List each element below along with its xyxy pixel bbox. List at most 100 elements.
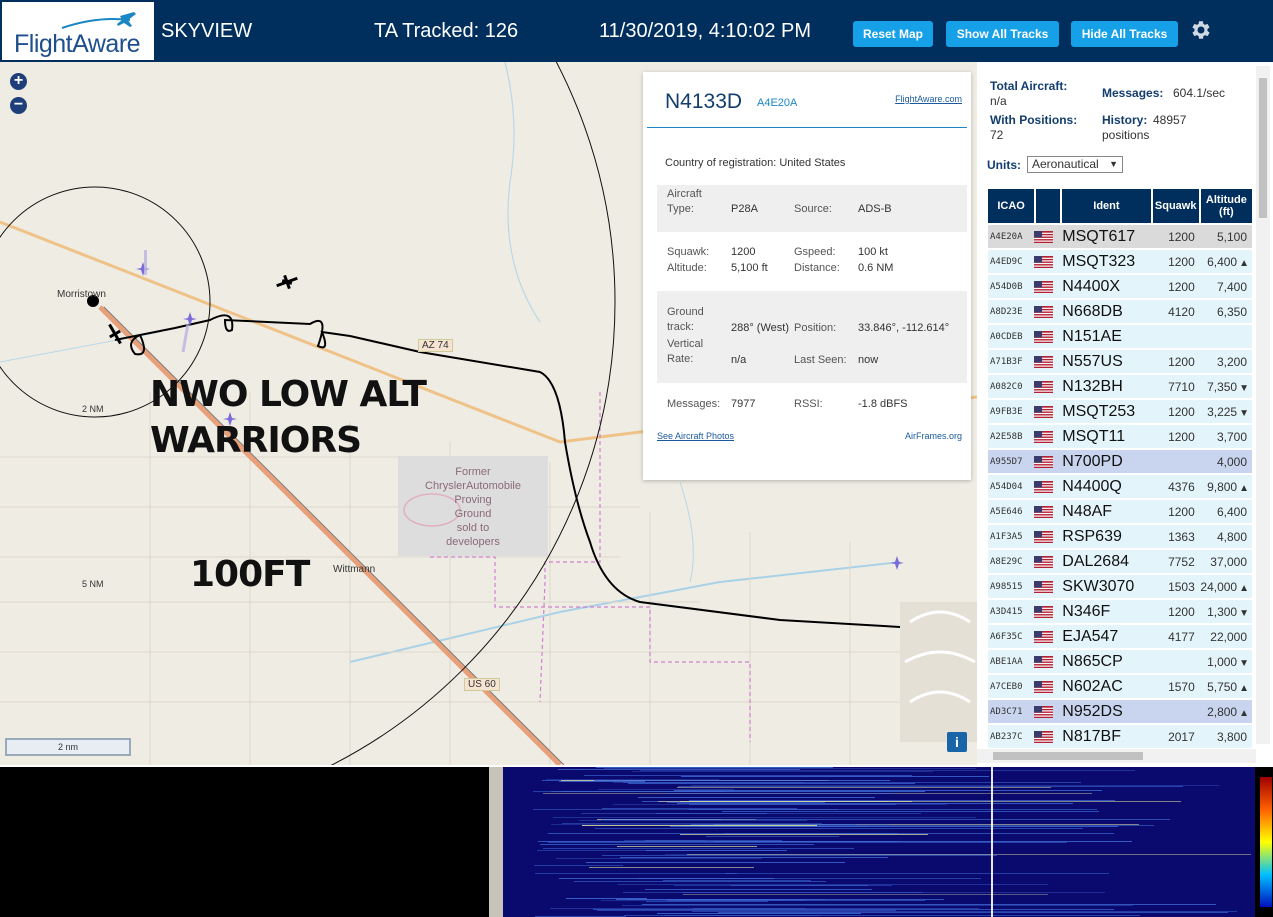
col-icao[interactable]: ICAO	[988, 189, 1035, 223]
row-squawk: 4376	[1150, 475, 1199, 498]
row-altitude: 1,300 ▼	[1198, 600, 1252, 623]
row-icao: A9FB3E	[988, 400, 1035, 423]
overlay-title-line2: WARRIORS	[150, 420, 362, 461]
altitude-value: 5,100 ft	[731, 262, 768, 274]
row-ident: MSQT11	[1060, 425, 1151, 448]
table-row[interactable]: A4E20A MSQT617 1200 5,100	[988, 225, 1252, 248]
ground-track-value: 288° (West)	[731, 322, 789, 334]
table-row[interactable]: A7CEB0 N602AC 1570 5,750 ▲	[988, 675, 1252, 698]
us-flag-icon	[1034, 550, 1061, 573]
col-squawk[interactable]: Squawk	[1150, 189, 1199, 223]
distance-label: Distance:	[794, 262, 840, 274]
row-squawk: 7710	[1150, 375, 1199, 398]
col-ident[interactable]: Ident	[1060, 189, 1151, 223]
total-aircraft-label: Total Aircraft:	[990, 79, 1068, 93]
total-aircraft-value: n/a	[990, 94, 1007, 108]
row-altitude: 7,350 ▼	[1198, 375, 1252, 398]
altitude-trend-icon: ▲	[1239, 707, 1249, 719]
row-squawk: 4177	[1150, 625, 1199, 648]
table-row[interactable]: A4ED9C MSQT323 1200 6,400 ▲	[988, 250, 1252, 273]
messages-value: 7977	[731, 398, 756, 410]
table-row[interactable]: A3D415 N346F 1200 1,300 ▼	[988, 600, 1252, 623]
us-flag-icon	[1034, 525, 1061, 548]
row-squawk: 1200	[1150, 500, 1199, 523]
map-info-button[interactable]: i	[947, 732, 967, 752]
reset-map-button[interactable]: Reset Map	[853, 21, 933, 47]
row-ident: N557US	[1060, 350, 1151, 373]
zoom-out-button[interactable]: −	[10, 97, 27, 114]
panel-divider[interactable]	[489, 767, 503, 917]
row-altitude: 4,000	[1198, 450, 1252, 473]
row-ident: N602AC	[1060, 675, 1151, 698]
row-ident: N700PD	[1060, 450, 1151, 473]
table-vertical-scrollbar[interactable]	[1256, 66, 1270, 744]
us-flag-icon	[1034, 400, 1061, 423]
airframes-link[interactable]: AirFrames.org	[905, 431, 962, 441]
us-flag-icon	[1034, 675, 1061, 698]
aircraft-detail-panel: N4133D A4E20A FlightAware.com Country of…	[643, 72, 971, 480]
table-row[interactable]: A0CDEB N151AE	[988, 325, 1252, 348]
table-horizontal-scrollbar[interactable]	[977, 749, 1256, 763]
table-row[interactable]: A6F35C EJA547 4177 22,000	[988, 625, 1252, 648]
row-squawk: 2017	[1150, 725, 1199, 748]
hscroll-thumb[interactable]	[993, 752, 1143, 760]
row-squawk: 1503	[1150, 575, 1199, 598]
table-row[interactable]: A082C0 N132BH 7710 7,350 ▼	[988, 375, 1252, 398]
row-ident: N4400X	[1060, 275, 1151, 298]
table-row[interactable]: A8D23E N668DB 4120 6,350	[988, 300, 1252, 323]
rssi-label: RSSI:	[794, 398, 823, 410]
range-ring-5nm-label: 5 NM	[82, 579, 104, 589]
table-row[interactable]: A9FB3E MSQT253 1200 3,225 ▼	[988, 400, 1252, 423]
table-row[interactable]: A54D04 N4400Q 4376 9,800 ▲	[988, 475, 1252, 498]
row-altitude: 9,800 ▲	[1198, 475, 1252, 498]
waterfall-color-scale	[1260, 777, 1272, 907]
table-row[interactable]: A71B3F N557US 1200 3,200	[988, 350, 1252, 373]
vertical-rate-label: Vertical Rate:	[667, 338, 704, 365]
table-row[interactable]: A1F3A5 RSP639 1363 4,800	[988, 525, 1252, 548]
position-label: Position:	[794, 322, 837, 334]
table-row[interactable]: A54D0B N4400X 1200 7,400	[988, 275, 1252, 298]
row-altitude	[1198, 325, 1252, 348]
table-row[interactable]: AB237C N817BF 2017 3,800	[988, 725, 1252, 748]
map-scale-bar: 2 nm	[5, 738, 131, 756]
spectrum-panel	[0, 767, 1273, 917]
hide-all-tracks-button[interactable]: Hide All Tracks	[1071, 21, 1178, 47]
flightaware-link[interactable]: FlightAware.com	[895, 94, 962, 104]
altitude-label: Altitude:	[667, 262, 707, 274]
altitude-trend-icon: ▼	[1239, 657, 1249, 669]
row-icao: A7CEB0	[988, 675, 1035, 698]
tracked-count: TA Tracked: 126	[374, 20, 519, 42]
table-row[interactable]: A2E58B MSQT11 1200 3,700	[988, 425, 1252, 448]
col-altitude[interactable]: Altitude (ft)	[1198, 189, 1252, 223]
zoom-in-button[interactable]: +	[10, 73, 27, 90]
squawk-label: Squawk:	[667, 246, 710, 258]
row-ident: N151AE	[1060, 325, 1151, 348]
table-row[interactable]: A8E29C DAL2684 7752 37,000	[988, 550, 1252, 573]
messages-rate-value: 604.1/sec	[1173, 86, 1226, 100]
us-flag-icon	[1034, 275, 1061, 298]
row-squawk: 1200	[1150, 275, 1199, 298]
show-all-tracks-button[interactable]: Show All Tracks	[946, 21, 1059, 47]
flightaware-logo[interactable]: FlightAware	[2, 2, 154, 60]
with-positions-label: With Positions:	[990, 113, 1078, 127]
us-flag-icon	[1034, 225, 1061, 248]
gspeed-value: 100 kt	[858, 246, 888, 258]
table-row[interactable]: A955D7 N700PD 4,000	[988, 450, 1252, 473]
table-row[interactable]: A98515 SKW3070 1503 24,000 ▲	[988, 575, 1252, 598]
row-altitude: 3,700	[1198, 425, 1252, 448]
aircraft-photos-link[interactable]: See Aircraft Photos	[657, 431, 734, 441]
table-row[interactable]: ABE1AA N865CP 1,000 ▼	[988, 650, 1252, 673]
row-squawk: 1570	[1150, 675, 1199, 698]
units-select[interactable]: Aeronautical ▼	[1027, 156, 1123, 173]
row-ident: SKW3070	[1060, 575, 1151, 598]
gear-icon[interactable]	[1188, 18, 1212, 42]
table-row[interactable]: A5E646 N48AF 1200 6,400	[988, 500, 1252, 523]
altitude-trend-icon: ▲	[1239, 257, 1249, 269]
row-icao: A71B3F	[988, 350, 1035, 373]
units-label: Units:	[987, 158, 1021, 172]
distance-value: 0.6 NM	[858, 262, 894, 274]
table-row[interactable]: AD3C71 N952DS 2,800 ▲	[988, 700, 1252, 723]
scroll-thumb[interactable]	[1259, 78, 1267, 218]
messages-label: Messages:	[667, 398, 721, 410]
aircraft-type-label: Aircraft Type:	[667, 188, 702, 215]
